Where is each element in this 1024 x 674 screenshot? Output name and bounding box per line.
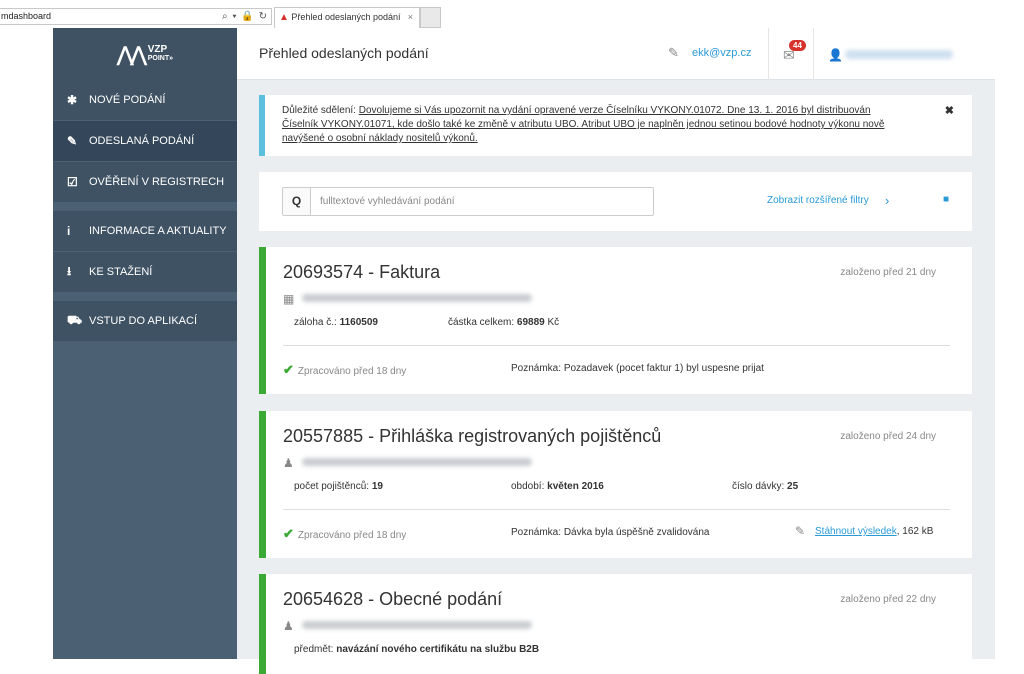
info-icon: i bbox=[67, 224, 71, 238]
created-time: založeno před 24 dny bbox=[840, 431, 936, 442]
status-processed: ✔ Zpracováno před 18 dny bbox=[283, 362, 407, 377]
edit-icon[interactable]: ✎ bbox=[668, 45, 679, 61]
sidebar-item-registry-check[interactable]: ☑ OVĚŘENÍ V REGISTRECH bbox=[53, 162, 237, 203]
browser-tab[interactable]: ▲ Přehled odeslaných podání × bbox=[274, 7, 420, 28]
notice-prefix: Důležité sdělení: bbox=[282, 105, 359, 116]
card-divider bbox=[283, 345, 950, 346]
submission-card[interactable]: 20654628 - Obecné podání založeno před 2… bbox=[259, 574, 972, 674]
notice-link[interactable]: Dovolujeme si Vás upozornit na vydání op… bbox=[282, 105, 884, 144]
paperclip-icon: ✎ bbox=[67, 134, 78, 148]
total-amount: částka celkem: 69889 Kč bbox=[448, 317, 560, 328]
close-icon[interactable]: × bbox=[408, 8, 413, 27]
notification-badge[interactable]: 44 bbox=[789, 40, 806, 51]
note: Poznámka: Pozadavek (pocet faktur 1) byl… bbox=[511, 363, 764, 374]
address-bar-icons[interactable]: ⌕ ▾ 🔒 ↻ bbox=[222, 9, 268, 24]
user-group-icon: ♟ bbox=[283, 619, 294, 633]
search-input[interactable] bbox=[312, 188, 652, 215]
note: Poznámka: Dávka byla úspěšně zvalidována bbox=[511, 527, 710, 538]
truck-icon: ⛟ bbox=[67, 313, 83, 327]
topbar-separator bbox=[768, 28, 769, 80]
search-icon[interactable]: Q bbox=[283, 188, 311, 215]
user-group-icon: ♟ bbox=[283, 456, 294, 470]
vzp-tab-icon: ▲ bbox=[279, 12, 289, 23]
insured-count: počet pojištěnců: 19 bbox=[294, 481, 383, 492]
user-email-link[interactable]: ekk@vzp.cz bbox=[692, 47, 751, 59]
download-icon: ⭳ bbox=[67, 263, 72, 278]
sidebar-item-news[interactable]: i INFORMACE A AKTUALITY bbox=[53, 211, 237, 252]
status-processed: ✔ Zpracováno před 18 dny bbox=[283, 526, 407, 541]
organization-redacted bbox=[302, 621, 532, 629]
search-panel: Q Zobrazit rozšířené filtry › ■ bbox=[259, 172, 972, 231]
address-text: mdashboard bbox=[1, 11, 52, 21]
spa-icon: ✱ bbox=[67, 93, 78, 107]
sidebar: ⋀⋀ VZP POINT» ✱ NOVÉ PODÁNÍ ✎ ODESLANÁ P… bbox=[53, 28, 237, 659]
card-divider bbox=[283, 509, 950, 510]
new-tab-button[interactable] bbox=[420, 7, 441, 28]
chevron-right-icon[interactable]: › bbox=[885, 193, 889, 208]
sidebar-item-label: OVĚŘENÍ V REGISTRECH bbox=[89, 176, 225, 188]
top-bar: Přehled odeslaných podání ✎ ekk@vzp.cz ✉… bbox=[237, 28, 995, 80]
organization-redacted bbox=[302, 458, 532, 466]
check-square-icon: ☑ bbox=[67, 175, 78, 189]
created-time: založeno před 21 dny bbox=[840, 267, 936, 278]
sidebar-item-new-submission[interactable]: ✱ NOVÉ PODÁNÍ bbox=[53, 80, 237, 121]
important-notice: Důležité sdělení: Dovolujeme si Vás upoz… bbox=[259, 95, 972, 156]
logo-icon: ⋀⋀ bbox=[116, 43, 147, 66]
sidebar-item-sent-submissions[interactable]: ✎ ODESLANÁ PODÁNÍ bbox=[53, 121, 237, 162]
building-icon: ▦ bbox=[283, 292, 295, 306]
user-icon[interactable]: 👤 bbox=[828, 48, 843, 62]
search-box: Q bbox=[282, 187, 654, 216]
advanced-filters-link[interactable]: Zobrazit rozšířené filtry bbox=[767, 195, 869, 206]
created-time: založeno před 22 dny bbox=[840, 594, 936, 605]
sidebar-item-label: NOVÉ PODÁNÍ bbox=[89, 94, 166, 106]
submission-title[interactable]: 20557885 - Přihláška registrovaných poji… bbox=[283, 426, 661, 447]
user-name-redacted[interactable] bbox=[845, 50, 953, 59]
period: období: květen 2016 bbox=[511, 481, 604, 492]
check-icon: ✔ bbox=[283, 526, 294, 541]
sidebar-item-apps[interactable]: ⛟ VSTUP DO APLIKACÍ bbox=[53, 301, 237, 342]
page-title: Přehled odeslaných podání bbox=[259, 45, 429, 61]
address-bar[interactable]: mdashboard ⌕ ▾ 🔒 ↻ bbox=[0, 8, 272, 25]
paperclip-icon: ✎ bbox=[795, 524, 806, 538]
main-content: Přehled odeslaných podání ✎ ekk@vzp.cz ✉… bbox=[237, 28, 995, 674]
browser-chrome: mdashboard ⌕ ▾ 🔒 ↻ ▲ Přehled odeslaných … bbox=[0, 0, 1024, 28]
submission-card[interactable]: 20557885 - Přihláška registrovaných poji… bbox=[259, 411, 972, 558]
topbar-separator bbox=[813, 28, 814, 80]
close-icon[interactable]: ✖ bbox=[945, 104, 954, 117]
nav-divider bbox=[53, 203, 237, 211]
submission-title[interactable]: 20654628 - Obecné podání bbox=[283, 589, 502, 610]
sidebar-item-downloads[interactable]: ⭳ KE STAŽENÍ bbox=[53, 252, 237, 293]
logo-sub: POINT» bbox=[147, 55, 174, 62]
download-result-link[interactable]: Stáhnout výsledek bbox=[815, 526, 897, 537]
check-icon: ✔ bbox=[283, 362, 294, 377]
sidebar-item-label: ODESLANÁ PODÁNÍ bbox=[89, 135, 195, 147]
batch-number: číslo dávky: 25 bbox=[732, 481, 799, 492]
tab-title: Přehled odeslaných podání bbox=[291, 12, 401, 22]
sidebar-item-label: INFORMACE A AKTUALITY bbox=[89, 225, 227, 237]
nav-divider bbox=[53, 293, 237, 301]
subject: předmět: navázání nového certifikátu na … bbox=[294, 644, 540, 655]
submission-title[interactable]: 20693574 - Faktura bbox=[283, 262, 440, 283]
download-result: Stáhnout výsledek, 162 kB bbox=[815, 526, 934, 537]
sidebar-item-label: KE STAŽENÍ bbox=[89, 266, 153, 278]
logo[interactable]: ⋀⋀ VZP POINT» bbox=[53, 28, 237, 80]
sidebar-item-label: VSTUP DO APLIKACÍ bbox=[89, 315, 198, 327]
submission-card[interactable]: 20693574 - Faktura založeno před 21 dny … bbox=[259, 247, 972, 394]
organization-redacted bbox=[302, 294, 532, 302]
trash-icon[interactable]: ■ bbox=[943, 194, 949, 205]
advance-number: záloha č.: 1160509 bbox=[294, 317, 378, 328]
notice-text: Důležité sdělení: Dovolujeme si Vás upoz… bbox=[282, 104, 902, 146]
